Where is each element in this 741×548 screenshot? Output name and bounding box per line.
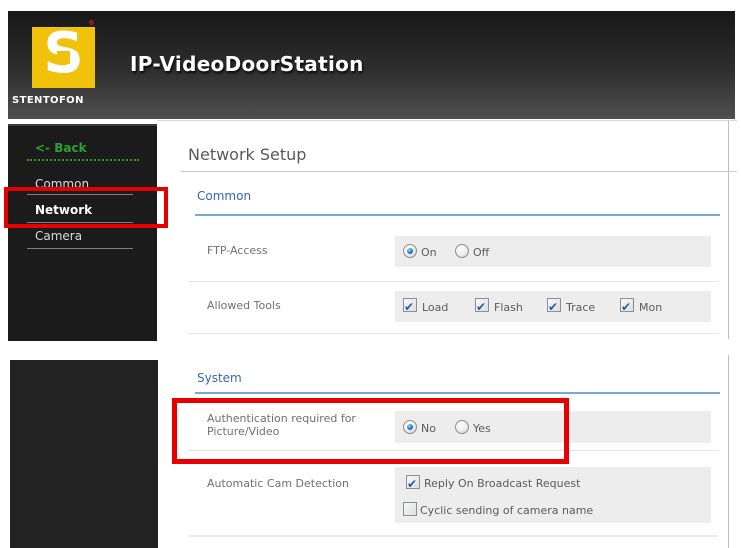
annotation-highlight-network-item	[4, 187, 168, 228]
page-header-title: IP-VideoDoorStation	[130, 52, 364, 76]
section-heading-common: Common	[197, 189, 252, 203]
trace-label[interactable]: Trace	[566, 301, 595, 314]
cyclic-sending-checkbox[interactable]	[403, 502, 417, 516]
reply-broadcast-checkbox[interactable]	[406, 475, 420, 489]
cam-detection-option-box: Reply On Broadcast Request Cyclic sendin…	[395, 467, 711, 523]
stentofon-logo: S	[32, 27, 95, 88]
section-underline-common	[195, 214, 720, 216]
row-divider	[188, 333, 718, 334]
cyclic-sending-label[interactable]: Cyclic sending of camera name	[420, 504, 593, 517]
ftp-on-radio[interactable]	[403, 244, 417, 258]
brand-name: STENTOFON	[12, 95, 84, 106]
row-divider	[188, 535, 718, 537]
flash-label[interactable]: Flash	[494, 301, 523, 314]
ip-videodoorstation-page: S ® STENTOFON IP-VideoDoorStation <- Bac…	[0, 0, 741, 548]
sidebar: <- Back Common Network Camera	[8, 124, 157, 341]
reply-broadcast-label[interactable]: Reply On Broadcast Request	[424, 477, 580, 490]
window-right-border	[728, 121, 729, 339]
trace-checkbox[interactable]	[547, 298, 561, 312]
ftp-off-radio[interactable]	[455, 244, 469, 258]
allowed-tools-option-box: Load Flash Trace Mon	[395, 291, 711, 322]
ftp-off-label[interactable]: Off	[473, 246, 489, 259]
section-underline-system	[195, 392, 720, 394]
row-divider	[188, 281, 718, 282]
mon-checkbox[interactable]	[620, 298, 634, 312]
back-separator-dotted	[27, 159, 139, 161]
section-heading-system: System	[197, 371, 242, 385]
mon-label[interactable]: Mon	[639, 301, 662, 314]
sidebar-divider	[27, 248, 133, 249]
load-checkbox[interactable]	[403, 298, 417, 312]
annotation-highlight-authentication-row	[172, 398, 569, 464]
header: S ® STENTOFON IP-VideoDoorStation	[8, 11, 735, 119]
load-label[interactable]: Load	[422, 301, 448, 314]
back-link[interactable]: <- Back	[35, 141, 87, 155]
ftp-on-label[interactable]: On	[421, 246, 437, 259]
page-title: Network Setup	[188, 145, 307, 164]
content-top-border	[157, 120, 737, 121]
automatic-cam-detection-label: Automatic Cam Detection	[207, 477, 349, 490]
ftp-access-label: FTP-Access	[207, 244, 268, 257]
flash-checkbox[interactable]	[475, 298, 489, 312]
page-title-divider	[181, 171, 737, 172]
ftp-access-option-box: On Off	[395, 236, 711, 267]
registered-trademark-mark: ®	[88, 19, 95, 27]
sidebar-item-camera[interactable]: Camera	[35, 229, 145, 243]
allowed-tools-label: Allowed Tools	[207, 299, 281, 312]
window-right-border	[728, 355, 729, 548]
logo-center-square	[57, 51, 70, 64]
sidebar-lower-block	[10, 360, 158, 548]
